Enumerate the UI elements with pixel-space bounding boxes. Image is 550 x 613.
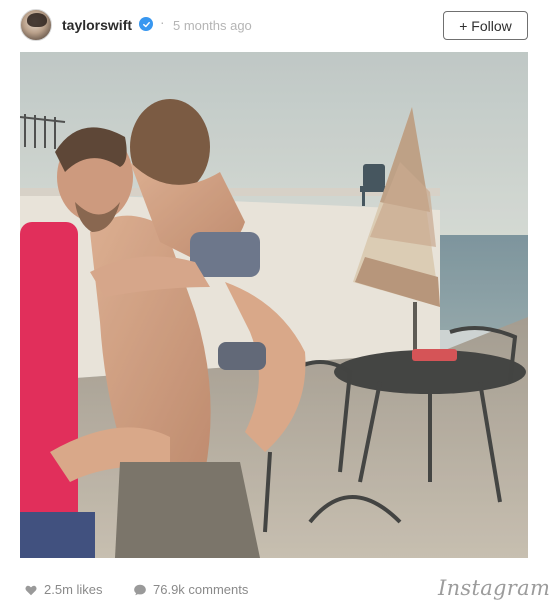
post-footer: 2.5m likes 76.9k comments Instagram [0,558,550,613]
post-photo[interactable] [20,52,528,558]
follow-button[interactable]: + Follow [443,11,528,40]
comment-bubble-icon [134,584,146,595]
verified-badge-icon [139,17,153,31]
likes-label: 2.5m likes [44,582,103,597]
post-header: taylorswift · 5 months ago + Follow [0,0,550,52]
post-timestamp[interactable]: 5 months ago [173,18,252,33]
username-link[interactable]: taylorswift [62,17,132,33]
separator-dot: · [160,14,165,30]
heart-icon [25,585,37,595]
instagram-post-card: taylorswift · 5 months ago + Follow 2.5m… [0,0,550,613]
instagram-logo: Instagram [438,576,550,600]
comments-label: 76.9k comments [153,582,249,597]
likes-count[interactable]: 2.5m likes [24,582,103,597]
avatar[interactable] [20,9,52,41]
comments-count[interactable]: 76.9k comments [133,582,248,597]
